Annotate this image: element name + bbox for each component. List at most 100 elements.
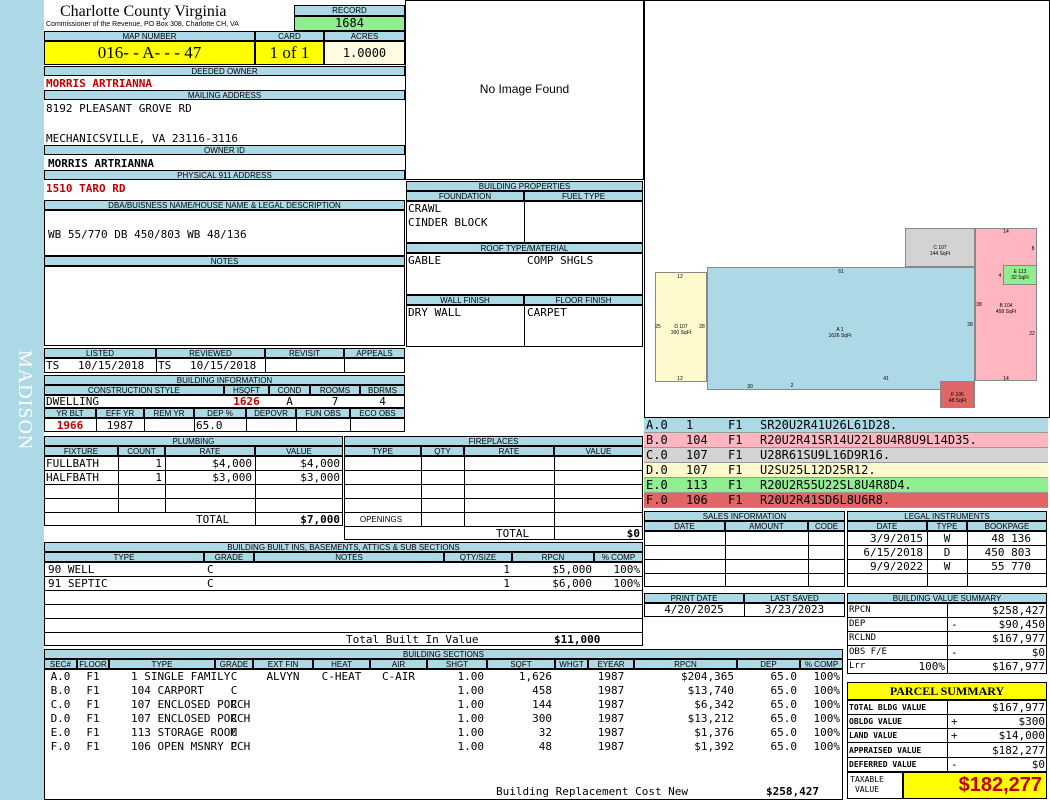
plumbing-row2-count: 1 <box>155 471 162 484</box>
sections-cell: B.0 <box>50 684 71 697</box>
legal-row2-type: D <box>943 546 951 559</box>
fireplaces-header-rate: RATE <box>464 446 554 456</box>
sketch-dim: 8 <box>1031 246 1035 252</box>
sketch-dim: 12 <box>677 274 683 280</box>
sections-cell: C <box>230 726 238 739</box>
built-ins-row2-rpcn: $6,000 <box>552 577 592 590</box>
last-saved-label: LAST SAVED <box>744 593 845 603</box>
ps-deferred-label: DEFERRED VALUE <box>849 760 917 769</box>
sections-cell: F1 <box>86 726 100 739</box>
style-label: CONSTRUCTION STYLE <box>44 385 224 395</box>
notes-label: NOTES <box>44 256 405 266</box>
record-value: 1684 <box>294 16 405 31</box>
vs-lrr-label: Lrr <box>849 661 866 671</box>
section-code-code: R20U2R55U22SL8U4R8D4. <box>760 478 912 492</box>
hsqft-value: 1626 <box>233 395 260 408</box>
notes-box <box>44 266 405 346</box>
sections-cell: F1 <box>86 684 100 697</box>
sections-cell: $13,740 <box>687 684 734 697</box>
plumbing-row2-rate: $3,000 <box>212 471 252 484</box>
ps-deferred: $0 <box>1031 758 1045 771</box>
sketch-dim: 14 <box>1003 376 1009 382</box>
section-code-num: 106 <box>686 493 708 507</box>
vs-rclnd: $167,977 <box>992 632 1045 645</box>
reviewed-by: TS <box>158 359 172 372</box>
legal-header-date: DATE <box>847 521 927 531</box>
section-code-num: 1 <box>686 418 694 432</box>
section-code-floor: F1 <box>728 463 743 477</box>
wall-finish-label: WALL FINISH <box>406 295 524 305</box>
built-ins-header-rpcn: RPCN <box>512 552 594 562</box>
sections-header-cell: FLOOR <box>77 659 109 669</box>
ps-obldg-label: OBLDG VALUE <box>849 717 902 726</box>
sections-cell: 100% <box>813 670 841 683</box>
funobs-label: FUN OBS <box>296 408 350 418</box>
sections-header-cell: GRADE <box>215 659 253 669</box>
sections-cell: A.0 <box>50 670 71 683</box>
sections-cell: $6,342 <box>694 698 734 711</box>
sections-label: BUILDING SECTIONS <box>44 649 843 659</box>
built-ins-label: BUILDING BUILT INS, BASEMENTS, ATTICS & … <box>44 542 643 552</box>
sections-header-cell: SQFT <box>487 659 555 669</box>
sections-cell: $1,392 <box>694 740 734 753</box>
owner-id-label: OWNER ID <box>44 145 405 155</box>
section-code-sec: B.0 <box>646 433 668 447</box>
plumbing-header-fixture: FIXTURE <box>44 446 118 456</box>
sections-cell: C-HEAT <box>321 670 362 683</box>
vs-rclnd-label: RCLND <box>849 633 877 643</box>
fireplaces-label: FIREPLACES <box>344 436 643 446</box>
sections-cell: 300 <box>532 712 552 725</box>
sections-cell: C <box>230 684 238 697</box>
ps-total-bldg-label: TOTAL BLDG VALUE <box>849 703 927 712</box>
sketch-label-a: A 1 1626 SqFt <box>828 327 852 339</box>
sections-cell: C <box>230 670 238 683</box>
sections-header-cell: SEC# <box>44 659 77 669</box>
legal-row3-type: W <box>943 560 951 573</box>
sketch-dim: 2 <box>790 383 794 389</box>
roof-material: COMP SHGLS <box>527 254 594 267</box>
cond-label: COND <box>269 385 310 395</box>
built-ins-row1-grade: C <box>207 563 214 576</box>
section-code-num: 107 <box>686 448 708 462</box>
legal-label: LEGAL INSTRUMENTS <box>847 511 1047 521</box>
sections-header-cell: WHGT <box>555 659 588 669</box>
sketch-dim: 12 <box>677 376 683 382</box>
section-code-sec: C.0 <box>646 448 668 462</box>
record-label: RECORD <box>294 5 405 16</box>
sketch-dim: 22 <box>1029 331 1035 337</box>
sections-cell: 32 <box>538 726 552 739</box>
deeded-owner-label: DEEDED OWNER <box>44 66 405 76</box>
mailing-address-line2: MECHANICSVILLE, VA 23116-3116 <box>46 132 239 145</box>
rooms-label: ROOMS <box>310 385 360 395</box>
built-ins-header-comp: % COMP <box>594 552 643 562</box>
sections-cell: 100% <box>813 684 841 697</box>
sketch-dim: 61 <box>838 269 844 275</box>
sections-header-cell: SHGT <box>427 659 487 669</box>
section-code-sec: D.0 <box>646 463 668 477</box>
effyr-value: 1987 <box>106 419 134 432</box>
sections-cell: $13,212 <box>687 712 734 725</box>
sketch-dim: 4 <box>998 273 1002 279</box>
section-code-sec: F.0 <box>646 493 668 507</box>
plumbing-header-rate: RATE <box>165 446 255 456</box>
built-ins-row2-qty: 1 <box>503 577 510 590</box>
parcel-summary-label: PARCEL SUMMARY <box>847 682 1047 700</box>
sections-header-cell: TYPE <box>109 659 215 669</box>
physical-address: 1510 TARO RD <box>46 182 126 195</box>
section-code-floor: F1 <box>728 478 743 492</box>
plumbing-header-count: COUNT <box>118 446 165 456</box>
vs-lrr: $167,977 <box>992 660 1045 673</box>
dba-label: DBA/BUISNESS NAME/HOUSE NAME & LEGAL DES… <box>44 200 405 210</box>
yrblt-label: YR BLT <box>44 408 96 418</box>
hsqft-label: HSQFT <box>224 385 269 395</box>
last-saved: 3/23/2023 <box>764 603 825 616</box>
ps-appraised: $182,277 <box>992 744 1045 757</box>
sketch-dim: 28 <box>699 324 705 330</box>
section-code-code: U2SU25L12D25R12. <box>760 463 876 477</box>
sections-cell: 104 CARPORT <box>131 684 204 697</box>
mailing-address-line1: 8192 PLEASANT GROVE RD <box>46 102 192 115</box>
depovr-label: DEPOVR <box>246 408 296 418</box>
building-properties-label: BUILDING PROPERTIES <box>406 181 643 191</box>
sales-label: SALES INFORMATION <box>644 511 845 521</box>
sections-cell: 1987 <box>597 684 625 697</box>
